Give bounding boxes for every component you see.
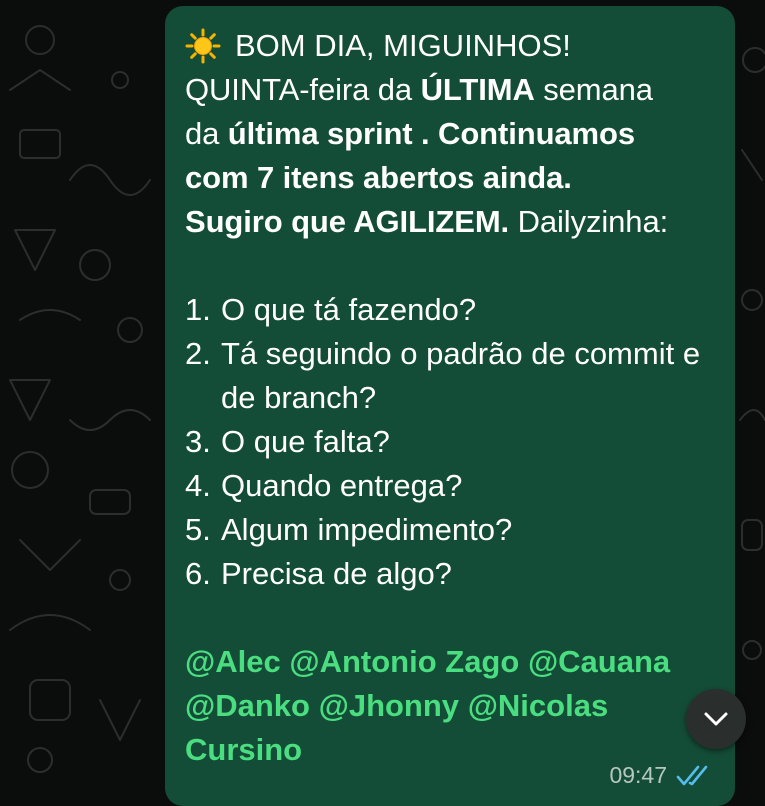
message-line: Sugiro que AGILIZEM. Dailyzinha: (185, 204, 669, 239)
list-item: 6. Precisa de algo? (185, 556, 452, 591)
mention-link[interactable]: @Alec (185, 644, 281, 679)
greeting-line: BOM DIA, MIGUINHOS! (185, 24, 713, 68)
list-item: 4. Quando entrega? (185, 468, 463, 503)
greeting-text: BOM DIA, MIGUINHOS! (235, 28, 571, 63)
message-line: QUINTA-feira da ÚLTIMA semana (185, 72, 653, 107)
list-item: 3. O que falta? (185, 424, 390, 459)
list-item: 5. Algum impedimento? (185, 512, 513, 547)
message-line: da última sprint . Continuamos (185, 116, 635, 151)
message-time: 09:47 (609, 762, 667, 788)
sun-icon (185, 28, 221, 64)
mentions: @Alec @Antonio Zago @Cauana @Danko @Jhon… (185, 640, 713, 772)
mention-link[interactable]: @Jhonny (319, 688, 459, 723)
scroll-down-button[interactable] (686, 689, 746, 749)
list-item: 1. O que tá fazendo? (185, 292, 477, 327)
mention-link[interactable]: @Danko (185, 688, 310, 723)
daily-questions-list: 1. O que tá fazendo? 2. Tá seguindo o pa… (185, 288, 713, 596)
message-line: com 7 itens abertos ainda. (185, 160, 572, 195)
mention-link[interactable]: @Antonio Zago (289, 644, 519, 679)
message-meta: 09:47 (609, 762, 713, 789)
double-check-icon (676, 765, 708, 785)
list-item: 2. Tá seguindo o padrão de commit e de b… (185, 336, 701, 415)
chevron-down-icon (704, 712, 728, 726)
message-bubble[interactable]: BOM DIA, MIGUINHOS! QUINTA-feira da ÚLTI… (165, 6, 735, 806)
mention-link[interactable]: @Cauana (528, 644, 670, 679)
